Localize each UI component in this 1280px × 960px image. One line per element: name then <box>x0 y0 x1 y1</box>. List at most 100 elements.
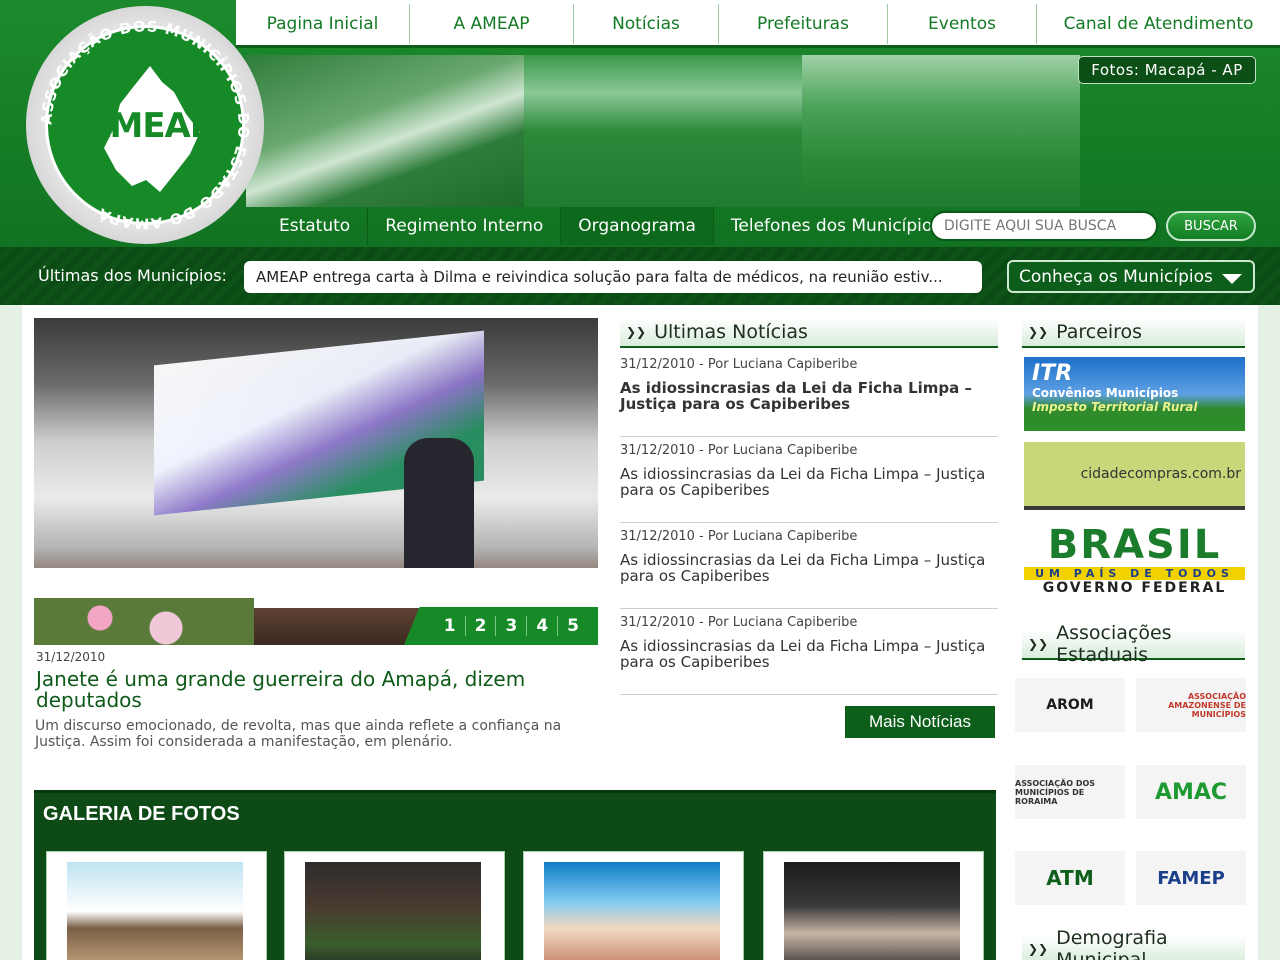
banner-palms-photo <box>524 55 802 207</box>
newsbar-label: Últimas dos Municípios: <box>38 266 227 285</box>
news-meta: 31/12/2010 - Por Luciana Capiberibe <box>620 529 858 544</box>
news-list: 31/12/2010 - Por Luciana Capiberibe As i… <box>620 351 998 695</box>
demografia-heading: ❯❯ Demografia Municipal <box>1022 927 1245 960</box>
svg-text:ASSOCIAÇÃO DOS MUNICÍPIOS DO E: ASSOCIAÇÃO DOS MUNICÍPIOS DO ESTADO DO A… <box>38 18 252 232</box>
assoc-amac-logo[interactable]: AMAC <box>1136 765 1246 819</box>
gallery-card[interactable] <box>763 851 984 960</box>
feature-date: 31/12/2010 <box>36 650 106 664</box>
assoc-amazonense-logo[interactable]: ASSOCIAÇÃO AMAZONENSE DE MUNICÍPIOS <box>1136 678 1246 732</box>
itr-line1: Convênios Municípios <box>1032 386 1179 400</box>
news-item[interactable]: 31/12/2010 - Por Luciana Capiberibe As i… <box>620 523 998 609</box>
assoc-atm-logo[interactable]: ATM <box>1015 851 1125 905</box>
partner-brasil-banner[interactable]: BRASIL UM PAÍS DE TODOS GOVERNO FEDERAL <box>1024 523 1245 603</box>
nav-noticias[interactable]: Notícias <box>574 4 719 44</box>
slide-5-button[interactable]: 5 <box>557 616 588 636</box>
slide-3-button[interactable]: 3 <box>495 616 526 636</box>
double-chevron-icon: ❯❯ <box>626 325 647 339</box>
logo-ring: ASSOCIAÇÃO DOS MUNICÍPIOS DO ESTADO DO A… <box>38 18 252 232</box>
demografia-title: Demografia Municipal <box>1056 927 1168 960</box>
assoc-arom-logo[interactable]: AROM <box>1015 678 1125 732</box>
assoc-roraima-logo[interactable]: ASSOCIAÇÃO DOS MUNICÍPIOS DE RORAIMA <box>1015 765 1125 819</box>
assoc-roraima-text: ASSOCIAÇÃO DOS MUNICÍPIOS DE RORAIMA <box>1015 778 1096 806</box>
associations-heading: ❯❯ Associações Estaduais <box>1022 622 1245 666</box>
gallery-photo <box>67 862 243 960</box>
subnav-regimento-interno[interactable]: Regimento Interno <box>368 207 562 245</box>
nav-prefeituras[interactable]: Prefeituras <box>719 4 888 44</box>
nav-a-ameap[interactable]: A AMEAP <box>410 4 574 44</box>
news-item[interactable]: 31/12/2010 - Por Luciana Capiberibe As i… <box>620 437 998 523</box>
header-banner <box>246 55 1080 207</box>
slide-4-button[interactable]: 4 <box>526 616 557 636</box>
slide-1-button[interactable]: 1 <box>435 616 465 636</box>
feature-title[interactable]: Janete é uma grande guerreira do Amapá, … <box>36 669 556 711</box>
news-title[interactable]: As idiossincrasias da Lei da Ficha Limpa… <box>620 380 998 412</box>
main-content: 1 2 3 4 5 31/12/2010 Janete é uma grande… <box>22 305 1258 960</box>
slider-pagination: 1 2 3 4 5 <box>404 607 598 645</box>
photo-caption: Fotos: Macapá - AP <box>1078 56 1256 84</box>
nav-eventos[interactable]: Eventos <box>888 4 1037 44</box>
cidadecompras-text: cidadecompras.com.br <box>1080 466 1241 482</box>
subnav-organograma[interactable]: Organograma <box>561 207 714 245</box>
partners-heading: ❯❯ Parceiros <box>1022 318 1245 348</box>
search-input[interactable] <box>930 211 1158 241</box>
gallery-card[interactable] <box>46 851 267 960</box>
partner-itr-banner[interactable]: ITR Convênios Municípios Imposto Territo… <box>1024 357 1245 431</box>
itr-line2: Imposto Territorial Rural <box>1032 400 1198 414</box>
feature-summary: Um discurso emocionado, de revolta, mas … <box>35 718 562 750</box>
gallery-card[interactable] <box>284 851 505 960</box>
slide-2-button[interactable]: 2 <box>464 616 496 636</box>
sub-navigation: Estatuto Regimento Interno Organograma T… <box>262 207 958 245</box>
news-item[interactable]: 31/12/2010 - Por Luciana Capiberibe As i… <box>620 351 998 437</box>
news-title[interactable]: As idiossincrasias da Lei da Ficha Limpa… <box>620 638 998 670</box>
banner-festival-photo <box>802 55 1080 207</box>
banner-waterfall-photo <box>246 55 524 207</box>
gallery-photo <box>544 862 720 960</box>
gallery-photo <box>305 862 481 960</box>
assoc-famep-text: FAMEP <box>1157 867 1225 889</box>
logo-ring-text: ASSOCIAÇÃO DOS MUNICÍPIOS DO ESTADO DO A… <box>38 18 251 232</box>
photo-gallery: GALERIA DE FOTOS <box>34 790 996 960</box>
news-meta: 31/12/2010 - Por Luciana Capiberibe <box>620 615 858 630</box>
brasil-gov: GOVERNO FEDERAL <box>1042 580 1227 596</box>
itr-logo-text: ITR <box>1032 361 1073 386</box>
municipal-news-bar: Últimas dos Municípios: AMEAP entrega ca… <box>0 247 1280 305</box>
brasil-word: BRASIL <box>1047 522 1222 568</box>
partners-title: Parceiros <box>1056 321 1143 343</box>
municipios-dropdown-label: Conheça os Municípios <box>1019 266 1213 287</box>
double-chevron-icon: ❯❯ <box>1028 325 1049 339</box>
news-item[interactable]: 31/12/2010 - Por Luciana Capiberibe As i… <box>620 609 998 695</box>
ameap-logo[interactable]: AMEAP ASSOCIAÇÃO DOS MUNICÍPIOS DO ESTAD… <box>26 6 264 244</box>
assoc-amac-text: AMAC <box>1154 779 1228 805</box>
gallery-title: GALERIA DE FOTOS <box>43 803 240 825</box>
latest-news-heading: ❯❯ Ultimas Notícias <box>620 318 998 348</box>
chevron-down-icon <box>1222 274 1242 284</box>
nav-canal-atendimento[interactable]: Canal de Atendimento <box>1037 4 1280 44</box>
site-header: Pagina Inicial A AMEAP Notícias Prefeitu… <box>0 0 1280 305</box>
top-navigation: Pagina Inicial A AMEAP Notícias Prefeitu… <box>236 0 1280 48</box>
subnav-telefones[interactable]: Telefones dos Municípios <box>714 207 958 245</box>
assoc-amazonense-text: ASSOCIAÇÃO AMAZONENSE DE MUNICÍPIOS <box>1168 691 1246 719</box>
flower-arrangement <box>34 598 254 645</box>
assoc-atm-text: ATM <box>1046 866 1094 890</box>
news-meta: 31/12/2010 - Por Luciana Capiberibe <box>620 357 858 372</box>
associations-title: Associações Estaduais <box>1056 622 1172 666</box>
news-meta: 31/12/2010 - Por Luciana Capiberibe <box>620 443 858 458</box>
news-title[interactable]: As idiossincrasias da Lei da Ficha Limpa… <box>620 466 998 498</box>
double-chevron-icon: ❯❯ <box>1028 942 1049 956</box>
gallery-card[interactable] <box>523 851 744 960</box>
brasil-band: UM PAÍS DE TODOS <box>1024 567 1245 580</box>
more-news-button[interactable]: Mais Notícias <box>845 706 995 738</box>
assoc-arom-text: AROM <box>1046 697 1094 713</box>
assoc-famep-logo[interactable]: FAMEP <box>1136 851 1246 905</box>
nav-pagina-inicial[interactable]: Pagina Inicial <box>236 4 410 44</box>
featured-photo[interactable] <box>34 318 598 645</box>
search-button[interactable]: BUSCAR <box>1166 211 1256 241</box>
speaker-figure <box>404 438 474 568</box>
subnav-estatuto[interactable]: Estatuto <box>262 207 369 245</box>
news-title[interactable]: As idiossincrasias da Lei da Ficha Limpa… <box>620 552 998 584</box>
latest-news-title: Ultimas Notícias <box>654 321 808 343</box>
municipios-dropdown[interactable]: Conheça os Municípios <box>1007 260 1255 293</box>
news-ticker[interactable]: AMEAP entrega carta à Dilma e reivindica… <box>244 261 982 293</box>
partner-cidadecompras-banner[interactable]: cidadecompras.com.br <box>1024 442 1245 510</box>
gallery-photo <box>784 862 960 960</box>
